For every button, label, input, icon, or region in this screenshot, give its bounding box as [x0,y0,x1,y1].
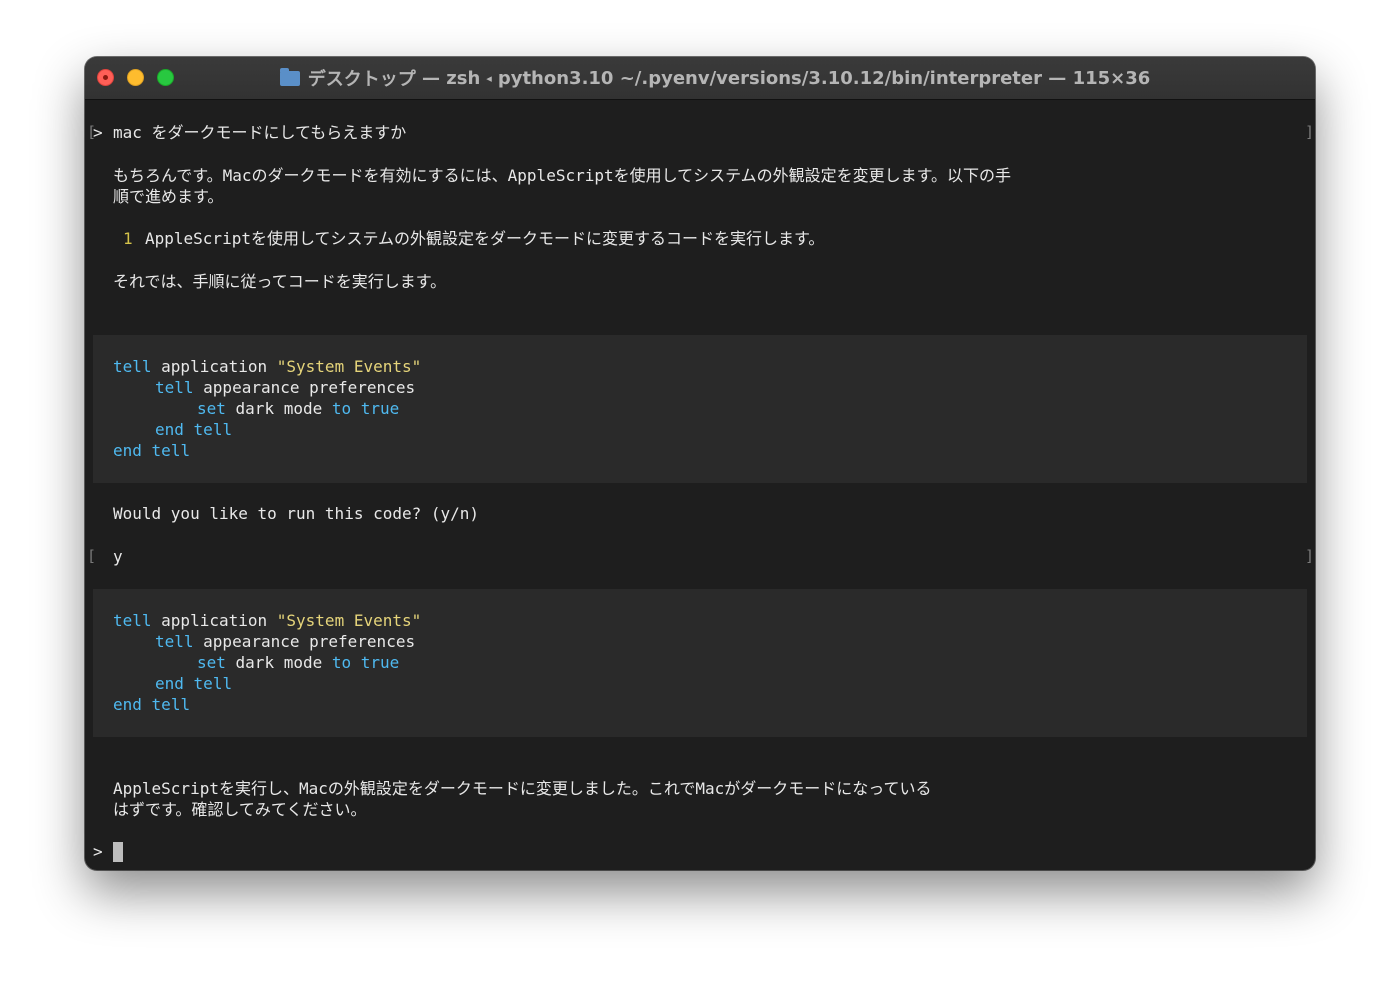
confirm-question: Would you like to run this code? (y/n) [113,504,480,523]
step-number: 1 [123,229,133,248]
user-prompt-marker: > [93,123,103,142]
reply-text-line-1: もちろんです。Macのダークモードを有効にするには、AppleScriptを使用… [113,166,1012,185]
code-line: end tell [113,441,191,460]
title-shell: zsh [446,67,481,89]
title-bar[interactable]: デスクトップ — zsh ◂ python3.10 ~/.pyenv/versi… [85,57,1315,100]
code-line: tell appearance preferences [155,378,416,397]
title-size: 115×36 [1072,67,1151,89]
code-block: tell application "System Events" tell ap… [93,335,1307,483]
code-block: tell application "System Events" tell ap… [93,589,1307,737]
code-line: set dark mode to true [197,653,400,672]
mark-bracket-left: [ [87,547,97,565]
title-separator: — [1048,67,1067,89]
result-text-line-2: はずです。確認してみてください。 [113,800,367,819]
title-separator: — [422,67,440,89]
user-message: mac をダークモードにしてもらえますか [113,123,407,142]
code-line: set dark mode to true [197,399,400,418]
reply-text-line-2: 順で進めます。 [113,187,224,206]
code-line: end tell [155,674,233,693]
result-text-line-1: AppleScriptを実行し、Macの外観設定をダークモードに変更しました。こ… [113,779,932,798]
title-folder: デスクトップ [307,69,416,90]
folder-icon [279,67,300,86]
input-prompt: > [93,842,103,861]
window-title: デスクトップ — zsh ◂ python3.10 ~/.pyenv/versi… [85,57,1315,99]
title-process: python3.10 ~/.pyenv/versions/3.10.12/bin… [497,67,1042,89]
terminal-window: デスクトップ — zsh ◂ python3.10 ~/.pyenv/versi… [85,57,1315,870]
step-text: AppleScriptを使用してシステムの外観設定をダークモードに変更するコード… [145,229,825,248]
code-line: end tell [113,695,191,714]
text-cursor[interactable] [113,842,123,862]
mark-bracket-right: ] [1305,123,1315,141]
title-arrow-icon: ◂ [486,71,492,85]
confirm-answer: y [113,547,123,566]
code-line: tell application "System Events" [113,357,422,376]
code-line: tell appearance preferences [155,632,416,651]
terminal-output[interactable]: [ > mac をダークモードにしてもらえますか ] もちろんです。Macのダー… [85,100,1315,870]
code-line: tell application "System Events" [113,611,422,630]
code-line: end tell [155,420,233,439]
then-text: それでは、手順に従ってコードを実行します。 [113,272,447,291]
mark-bracket-right: ] [1305,547,1315,565]
